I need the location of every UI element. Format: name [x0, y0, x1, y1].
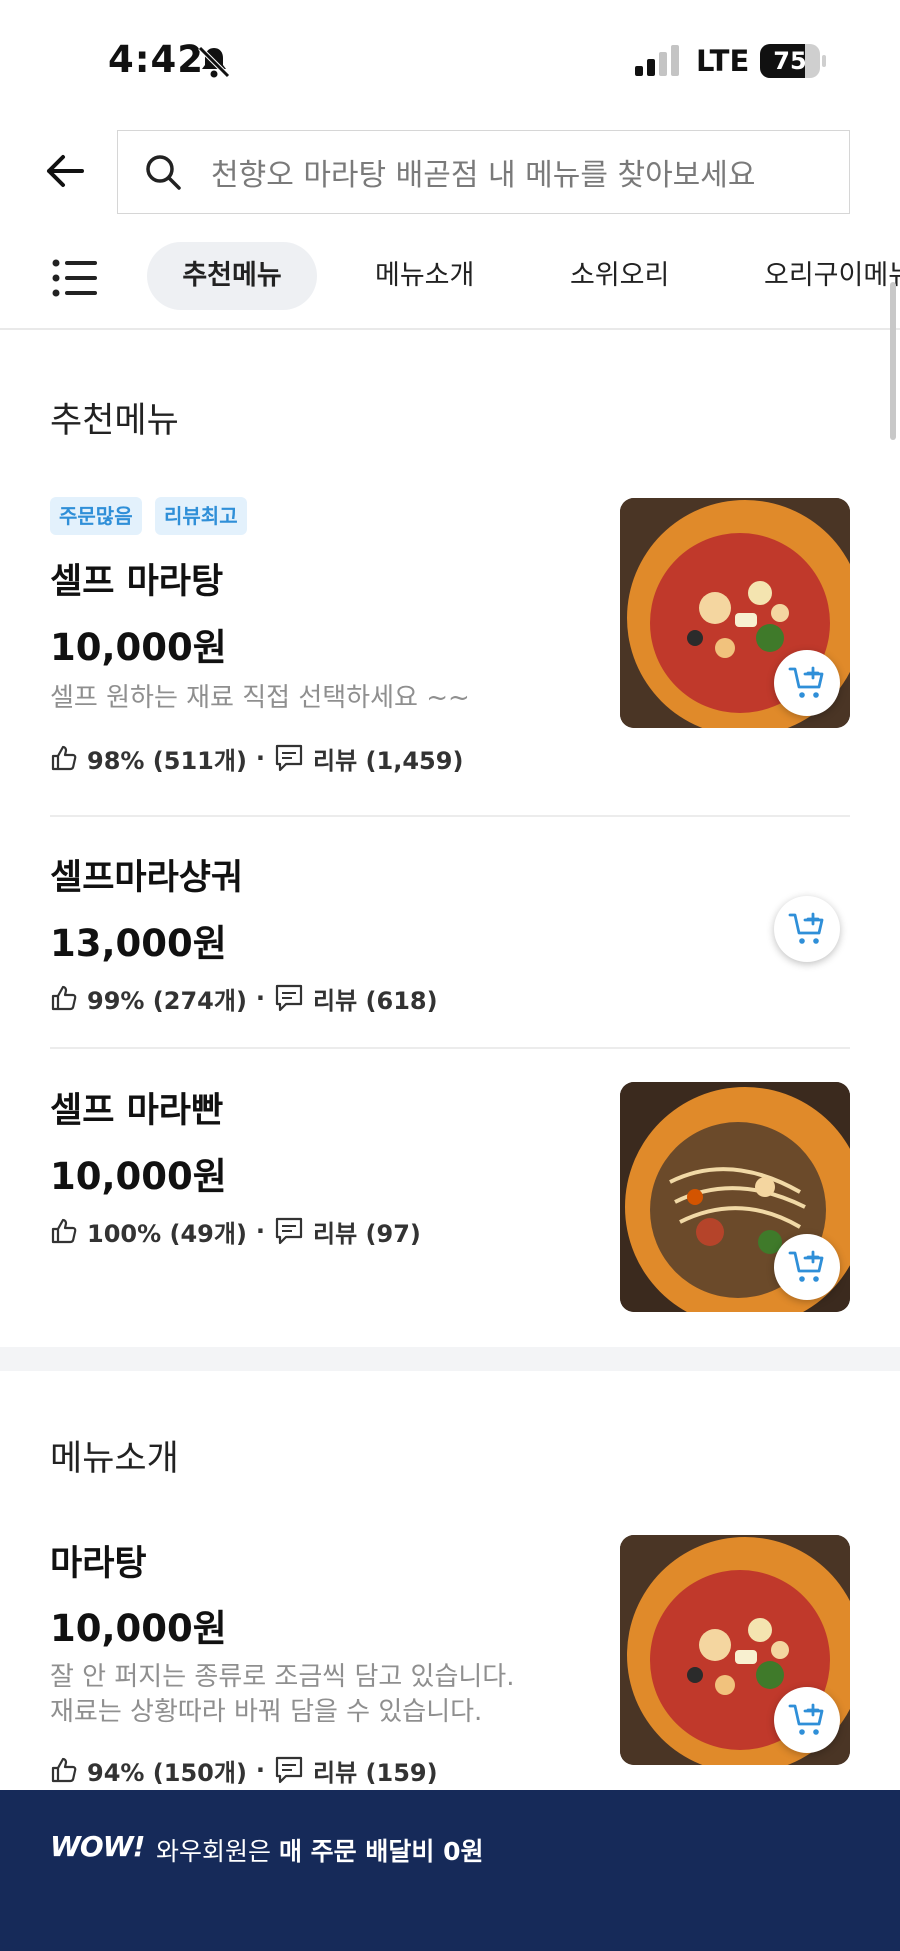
- add-to-cart-icon: [788, 912, 824, 944]
- thumbs-up-icon: [51, 745, 77, 771]
- section-divider: [0, 1347, 900, 1371]
- menu-item-price: 10,000원: [50, 1607, 227, 1650]
- search-placeholder: 천향오 마라탕 배곧점 내 메뉴를 찾아보세요: [211, 158, 756, 193]
- dot-separator: ·: [255, 984, 266, 1012]
- wow-logo: WOW!: [50, 1830, 145, 1863]
- menu-item-name: 마라탕: [50, 1544, 147, 1584]
- section-title-recommended: 추천메뉴: [50, 401, 179, 441]
- menu-item-name: 셀프마라샹궈: [50, 858, 244, 898]
- search-icon: [146, 155, 181, 190]
- tab-recommended[interactable]: 추천메뉴: [147, 242, 317, 310]
- badge-popular: 주문많음: [50, 497, 142, 535]
- comment-icon: [275, 1756, 303, 1784]
- banner-text-prefix: 와우회원은: [156, 1837, 279, 1866]
- add-to-cart-button[interactable]: [774, 896, 840, 962]
- menu-item-price: 13,000원: [50, 922, 227, 965]
- tab-soui-duck[interactable]: 소위오리: [570, 242, 669, 310]
- item-divider: [50, 1047, 850, 1049]
- back-arrow-icon: [47, 155, 84, 187]
- menu-item-reviews[interactable]: 리뷰 (97): [313, 1214, 421, 1249]
- menu-item-price: 10,000원: [50, 1155, 227, 1198]
- menu-item-reviews[interactable]: 리뷰 (618): [313, 981, 438, 1016]
- menu-item-stats: 100% (49개) · 리뷰 (97): [50, 1213, 421, 1249]
- dot-separator: ·: [255, 1217, 266, 1245]
- category-tab-bar: 추천메뉴 메뉴소개 소위오리 오리구이메뉴: [0, 236, 900, 330]
- menu-item-stats: 98% (511개) · 리뷰 (1,459): [50, 740, 463, 776]
- menu-item-image[interactable]: [620, 1535, 850, 1765]
- menu-item-rating: 98% (511개): [87, 746, 247, 775]
- section-title-menu-intro: 메뉴소개: [50, 1439, 179, 1479]
- menu-item-price: 10,000원: [50, 626, 227, 669]
- menu-item-reviews[interactable]: 리뷰 (1,459): [313, 741, 463, 776]
- status-bar: 4:42 LTE 75: [0, 0, 900, 120]
- bell-slash-icon: [198, 46, 230, 78]
- tab-menu-intro[interactable]: 메뉴소개: [375, 242, 474, 310]
- thumbs-up-icon: [51, 1757, 77, 1783]
- battery-icon: 75: [760, 44, 826, 78]
- menu-item-stats: 94% (150개) · 리뷰 (159): [50, 1752, 438, 1788]
- dot-separator: ·: [255, 1756, 266, 1784]
- add-to-cart-icon: [788, 1703, 824, 1735]
- menu-item-description-line-1: 잘 안 퍼지는 종류로 조금씩 담고 있습니다.: [50, 1662, 515, 1692]
- add-to-cart-icon: [788, 666, 824, 698]
- menu-item-description-line-2: 재료는 상황따라 바꿔 담을 수 있습니다.: [50, 1697, 483, 1727]
- menu-item-rating: 99% (274개): [87, 986, 247, 1015]
- banner-text: 와우회원은 매 주문 배달비 0원: [156, 1832, 483, 1868]
- menu-item-name: 셀프 마라탕: [50, 562, 224, 602]
- search-input[interactable]: 천향오 마라탕 배곧점 내 메뉴를 찾아보세요: [117, 130, 850, 214]
- scrollbar[interactable]: [890, 282, 896, 440]
- add-to-cart-button[interactable]: [774, 1234, 840, 1300]
- menu-item-stats: 99% (274개) · 리뷰 (618): [50, 980, 438, 1016]
- tab-roast-duck-menu[interactable]: 오리구이메뉴: [764, 242, 900, 310]
- thumbs-up-icon: [51, 985, 77, 1011]
- menu-item-rating: 94% (150개): [87, 1758, 247, 1787]
- network-type: LTE: [696, 44, 750, 78]
- menu-item-description: 셀프 원하는 재료 직접 선택하세요 ~~: [50, 683, 470, 713]
- battery-level-text: 75: [773, 47, 807, 75]
- menu-item-rating: 100% (49개): [87, 1219, 247, 1248]
- back-button[interactable]: [40, 146, 90, 196]
- comment-icon: [275, 744, 303, 772]
- comment-icon: [275, 1217, 303, 1245]
- thumbs-up-icon: [51, 1218, 77, 1244]
- menu-list-icon[interactable]: [52, 258, 98, 298]
- menu-item-image[interactable]: [620, 498, 850, 728]
- menu-item-name: 셀프 마라빤: [50, 1091, 224, 1131]
- add-to-cart-icon: [788, 1250, 824, 1282]
- menu-item-reviews[interactable]: 리뷰 (159): [313, 1753, 438, 1788]
- dot-separator: ·: [255, 744, 266, 772]
- banner-text-bold: 매 주문 배달비 0원: [278, 1837, 484, 1866]
- menu-item-image[interactable]: [620, 1082, 850, 1312]
- item-divider: [50, 815, 850, 817]
- comment-icon: [275, 984, 303, 1012]
- add-to-cart-button[interactable]: [774, 650, 840, 716]
- wow-membership-banner[interactable]: WOW! 와우회원은 매 주문 배달비 0원: [0, 1790, 900, 1951]
- status-time: 4:42: [108, 38, 205, 81]
- add-to-cart-button[interactable]: [774, 1687, 840, 1753]
- cellular-signal-icon: [635, 45, 679, 76]
- badge-top-review: 리뷰최고: [155, 497, 247, 535]
